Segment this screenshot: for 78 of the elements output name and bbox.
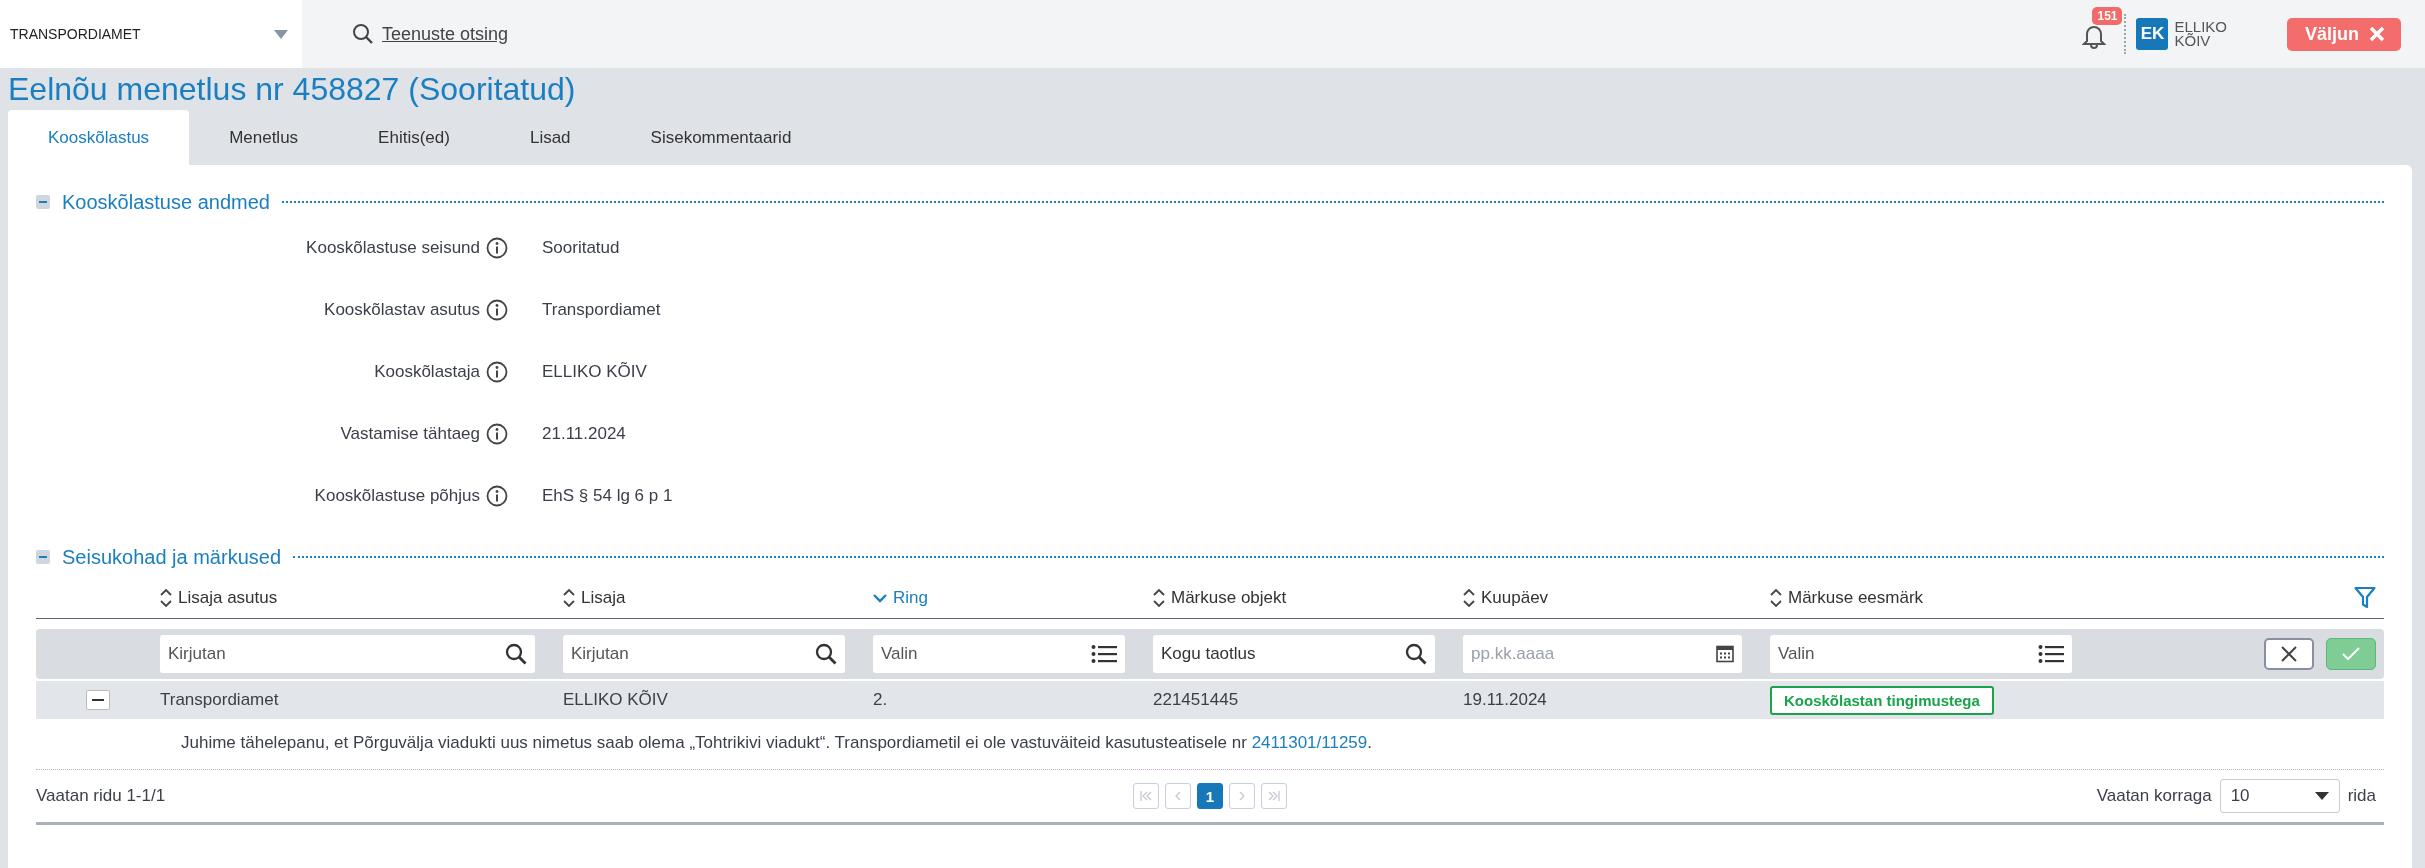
clear-filters-button[interactable]	[2264, 638, 2314, 670]
chevron-down-icon[interactable]	[873, 593, 887, 603]
filter-field[interactable]: Kirjutan	[160, 635, 535, 673]
page-button[interactable]: 1	[1197, 783, 1223, 809]
row-range-text: Vaatan ridu 1-1/1	[36, 786, 167, 806]
page-size-select[interactable]: 10	[2219, 779, 2340, 813]
tab[interactable]: Menetlus	[189, 110, 339, 165]
calendar-icon	[1716, 645, 1734, 663]
field-label: Kooskõlastuse põhjus	[314, 486, 480, 506]
caret-down-icon	[2314, 792, 2329, 800]
filter-icon[interactable]	[2354, 586, 2376, 610]
list-icon	[1091, 644, 1117, 664]
caret-down-icon	[274, 29, 288, 39]
table-cell-text: 2.	[873, 690, 889, 710]
service-search-link[interactable]: Teenuste otsing	[352, 23, 509, 45]
table-cell-text: ELLIKO KÕIV	[563, 690, 669, 710]
filter-field[interactable]: Kogu taotlus	[1153, 635, 1435, 673]
table-cell-text: 221451445	[1153, 690, 1240, 710]
notification-count: 151	[2092, 7, 2123, 25]
search-icon	[352, 23, 374, 45]
column-header[interactable]: Lisaja	[581, 588, 626, 608]
column-header[interactable]: Märkuse eesmärk	[1788, 588, 1924, 608]
column-header[interactable]: Ring	[893, 588, 928, 608]
tab[interactable]: Sisekommentaarid	[610, 110, 832, 165]
section-title: Seisukohad ja märkused	[62, 545, 281, 569]
collapse-icon[interactable]	[36, 195, 50, 209]
search-icon	[505, 643, 527, 665]
info-icon[interactable]	[486, 485, 508, 507]
info-icon[interactable]	[486, 237, 508, 259]
check-icon	[2341, 646, 2361, 662]
section-title: Kooskõlastuse andmed	[62, 190, 270, 214]
table-cell-text: 19.11.2024	[1463, 690, 1548, 710]
column-header[interactable]: Kuupäev	[1481, 588, 1549, 608]
collapse-icon[interactable]	[36, 550, 50, 564]
filter-field[interactable]: Valin	[1770, 635, 2072, 673]
search-icon	[815, 643, 837, 665]
tab[interactable]: Ehitis(ed)	[338, 110, 490, 165]
filter-field[interactable]: Valin	[873, 635, 1125, 673]
filter-field[interactable]: Kirjutan	[563, 635, 845, 673]
column-header[interactable]: Lisaja asutus	[178, 588, 278, 608]
sort-icon[interactable]	[1463, 589, 1475, 607]
sort-icon[interactable]	[563, 589, 575, 607]
field-label: Vastamise tähtaeg	[340, 424, 480, 444]
close-icon	[2280, 645, 2298, 663]
search-icon	[1405, 643, 1427, 665]
comment-text: Juhime tähelepanu, et Põrguvälja viadukti uus nimetus saab olema „Tohtrikivi viadukt“. Transpordiametil ei ole vastuväiteid kasutusteatisele nr 2411301/11259.	[36, 719, 2384, 770]
bell-icon[interactable]	[2082, 23, 2107, 49]
collapse-row-button[interactable]	[86, 690, 110, 710]
permit-link[interactable]: 2411301/11259	[1251, 733, 1368, 752]
sort-icon[interactable]	[1770, 589, 1782, 607]
info-icon[interactable]	[486, 299, 508, 321]
field-label: Kooskõlastuse seisund	[306, 238, 480, 258]
field-value: 21.11.2024	[542, 424, 627, 444]
info-icon[interactable]	[486, 423, 508, 445]
page-title: Eelnõu menetlus nr 458827 (Sooritatud)	[7, 70, 577, 109]
list-icon	[2038, 644, 2064, 664]
organization-select[interactable]: TRANSPORDIAMET	[0, 0, 302, 68]
table-cell-text: Transpordiamet	[160, 690, 280, 710]
double-chevron-bar-icon	[1139, 790, 1153, 802]
sort-icon[interactable]	[160, 589, 172, 607]
field-value: Sooritatud	[542, 238, 621, 258]
page-size-label: Vaatan korraga	[2096, 786, 2212, 806]
field-value: Transpordiamet	[542, 300, 662, 320]
field-value: EhS § 54 lg 6 p 1	[542, 486, 674, 506]
tab[interactable]: Kooskõlastus	[8, 110, 190, 165]
status-tag: Kooskõlastan tingimustega	[1770, 685, 1994, 715]
tab[interactable]: Lisad	[489, 110, 611, 165]
sort-icon[interactable]	[1153, 589, 1165, 607]
close-icon	[2369, 26, 2385, 42]
double-chevron-bar-icon	[1267, 790, 1281, 802]
field-label: Kooskõlastav asutus	[324, 300, 480, 320]
column-header[interactable]: Märkuse objekt	[1171, 588, 1287, 608]
user-name: ELLIKO KÕIV	[2174, 20, 2227, 48]
user-avatar[interactable]: EK	[2136, 18, 2169, 50]
page-size-suffix: rida	[2347, 786, 2376, 806]
info-icon[interactable]	[486, 361, 508, 383]
field-value: ELLIKO KÕIV	[542, 362, 648, 382]
field-label: Kooskõlastaja	[374, 362, 480, 382]
